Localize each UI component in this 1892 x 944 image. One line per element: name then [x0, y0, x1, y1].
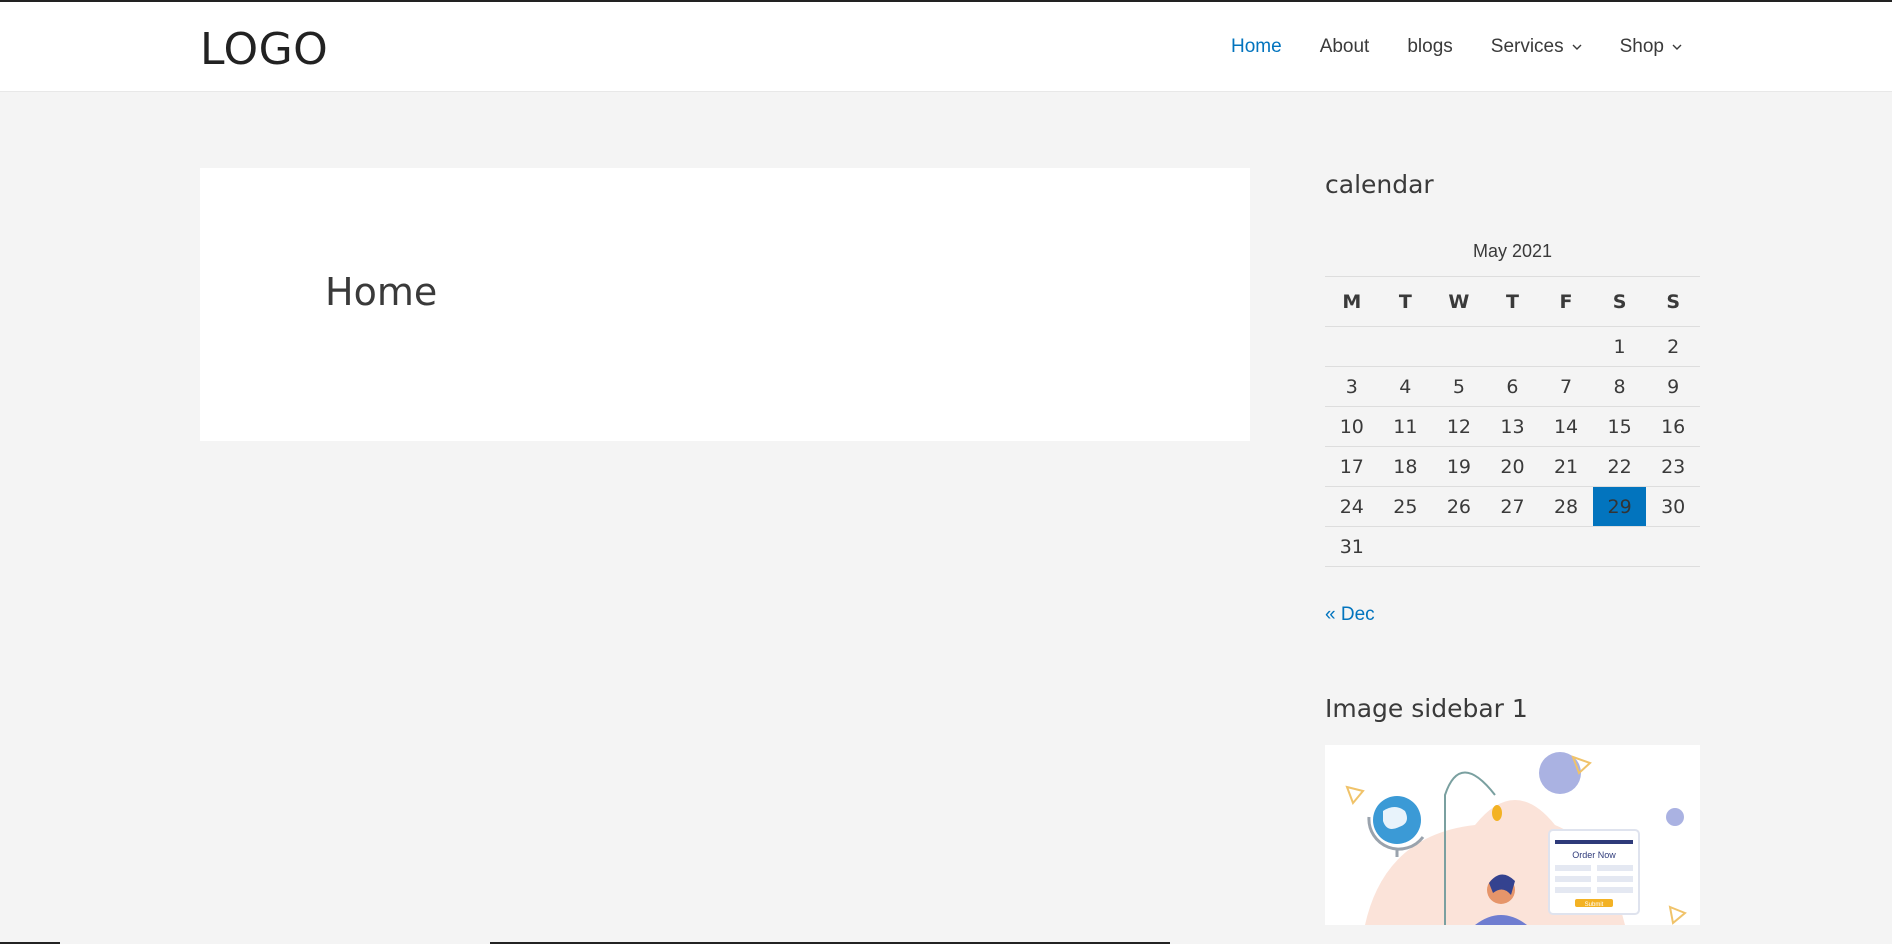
chevron-down-icon: [1572, 44, 1582, 50]
calendar-weekday: W: [1432, 276, 1486, 327]
calendar-day: 12: [1432, 406, 1486, 447]
calendar-day: 19: [1432, 446, 1486, 487]
calendar-empty-cell: [1485, 326, 1540, 367]
calendar-empty-cell: [1592, 526, 1647, 567]
calendar-day: 11: [1378, 406, 1433, 447]
calendar-day: 22: [1592, 446, 1647, 487]
site-logo[interactable]: LOGO: [200, 24, 328, 75]
calendar-empty-cell: [1539, 526, 1593, 567]
illustration-order-now-text: Order Now: [1572, 850, 1616, 860]
nav-item-blogs[interactable]: blogs: [1407, 36, 1452, 58]
nav-item-label: About: [1319, 36, 1370, 57]
calendar-day: 3: [1325, 366, 1379, 407]
calendar-day: 4: [1378, 366, 1433, 407]
calendar-day: 21: [1539, 446, 1593, 487]
nav-item-label: Shop: [1619, 36, 1664, 57]
calendar-day: 25: [1378, 486, 1433, 527]
nav-item-label: blogs: [1407, 36, 1453, 57]
calendar-day: 30: [1646, 486, 1700, 527]
calendar-day: 23: [1646, 446, 1700, 487]
calendar-day: 8: [1592, 366, 1647, 407]
sidebar-illustration-image: Order Now Submit: [1325, 745, 1700, 925]
calendar-week-row: 3456789: [1325, 366, 1700, 407]
nav-item-label: Services: [1490, 36, 1564, 57]
calendar-week-row: 17 18 19 20 21 22 23: [1325, 446, 1700, 487]
calendar-day: 28: [1539, 486, 1593, 527]
nav-item-about[interactable]: About: [1320, 36, 1370, 58]
calendar-prev-month-link[interactable]: « Dec: [1325, 604, 1700, 626]
calendar-day: 16: [1646, 406, 1700, 447]
calendar-day-today: 29: [1592, 486, 1647, 527]
sidebar: calendar May 2021 MTWTFSS 1 2 3 4 5 6 7 8 9 10 11 1…: [1325, 170, 1700, 925]
calendar-week-row: 10 11 12 13 14 15 16: [1325, 406, 1700, 447]
calendar-empty-cell: [1485, 526, 1540, 567]
calendar-day: 17: [1325, 446, 1379, 487]
illustration-svg: Order Now Submit: [1325, 745, 1700, 925]
calendar-day: 20: [1485, 446, 1540, 487]
calendar-day: 18: [1378, 446, 1433, 487]
calendar-empty-cell: [1539, 326, 1593, 367]
calendar-day: 9: [1646, 366, 1700, 407]
calendar-day: 27: [1485, 486, 1540, 527]
calendar-empty-cell: [1378, 326, 1433, 367]
nav-item-label: Home: [1231, 36, 1282, 57]
calendar-caption: May 2021: [1472, 241, 1553, 261]
page-title: Home: [325, 270, 438, 314]
calendar-week-row: 12: [1325, 326, 1700, 367]
calendar-day: 24: [1325, 486, 1379, 527]
image-widget-title: Image sidebar 1: [1325, 694, 1528, 723]
calendar-table: MTWTFSS 1 2 3 4 5 6 7 8 9 10 11 12 13 14 15 16 17 18 19 20 2…: [1325, 276, 1700, 567]
calendar-day: 26: [1432, 486, 1486, 527]
site-header: LOGO Home About blogs Services Shop: [0, 2, 1892, 92]
calendar-empty-cell: [1378, 526, 1433, 567]
calendar-empty-cell: [1432, 526, 1486, 567]
calendar-day: 10: [1325, 406, 1379, 447]
calendar-day: 2: [1646, 326, 1700, 367]
calendar-day: 15: [1592, 406, 1647, 447]
calendar-week-row: 31: [1325, 526, 1700, 567]
calendar-empty-cell: [1325, 326, 1379, 367]
calendar-weekday: M: [1325, 276, 1379, 327]
nav-item-home[interactable]: Home: [1231, 36, 1282, 58]
calendar-empty-cell: [1432, 326, 1486, 367]
main-navigation: Home About blogs Services Shop: [1231, 36, 1682, 58]
calendar-day: 6: [1485, 366, 1540, 407]
calendar-day: 1: [1592, 326, 1647, 367]
calendar-day: 5: [1432, 366, 1486, 407]
calendar-day: 13: [1485, 406, 1540, 447]
calendar-day: 7: [1539, 366, 1593, 407]
calendar-week-row: 24 25 26 27 28 29 30: [1325, 486, 1700, 527]
chevron-down-icon: [1672, 44, 1682, 50]
calendar-widget-title: calendar: [1325, 170, 1434, 199]
calendar-weekday: F: [1539, 276, 1593, 327]
content-card: Home: [200, 168, 1250, 441]
nav-item-services[interactable]: Services: [1491, 36, 1582, 58]
nav-item-shop[interactable]: Shop: [1620, 36, 1682, 58]
calendar-weekday-row: MTWTFSS: [1325, 276, 1700, 327]
calendar-weekday: S: [1646, 276, 1700, 327]
illustration-submit-text: Submit: [1585, 902, 1604, 908]
calendar-weekday: S: [1592, 276, 1647, 327]
calendar-weekday: T: [1485, 276, 1540, 327]
calendar-weekday: T: [1378, 276, 1433, 327]
calendar-day: 31: [1325, 526, 1379, 567]
calendar-day: 14: [1539, 406, 1593, 447]
calendar-empty-cell: [1646, 526, 1700, 567]
